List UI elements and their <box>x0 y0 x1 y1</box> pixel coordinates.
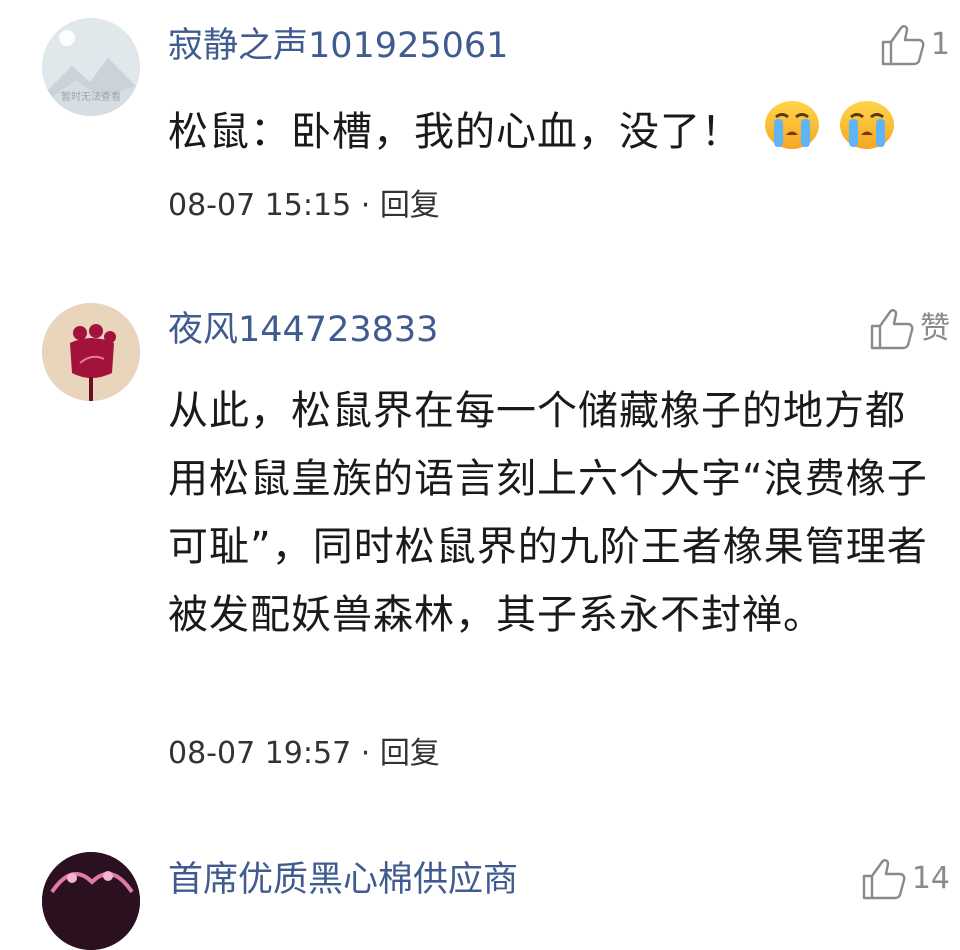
comment-text: 从此，松鼠界在每一个储藏橡子的地方都用松鼠皇族的语言刻上六个大字“浪费橡子可耻”… <box>168 388 928 638</box>
like-count: 1 <box>930 27 950 62</box>
comment-text-row: 松鼠：卧槽，我的心血，没了！ <box>168 95 944 173</box>
comment-username[interactable]: 寂静之声101925061 <box>168 22 508 70</box>
avatar-placeholder-image: 暂时无法查看 <box>42 18 140 116</box>
avatar-image <box>42 852 140 950</box>
crying-emoji-icon <box>837 95 897 173</box>
thumbs-up-icon <box>870 308 916 350</box>
avatar[interactable] <box>42 852 140 950</box>
avatar-caption: 暂时无法查看 <box>61 90 121 103</box>
meta-separator: · <box>360 736 371 771</box>
reply-button[interactable]: 回复 <box>380 736 440 771</box>
thumbs-up-icon <box>862 858 908 900</box>
comment-timestamp: 08-07 19:57 <box>168 736 352 771</box>
comment-username[interactable]: 首席优质黑心棉供应商 <box>168 856 518 904</box>
like-button[interactable]: 14 <box>862 858 950 900</box>
rose-avatar-image <box>42 303 140 401</box>
avatar[interactable]: 暂时无法查看 <box>42 18 140 116</box>
reply-button[interactable]: 回复 <box>380 188 440 223</box>
like-count: 14 <box>911 861 950 896</box>
like-label: 赞 <box>920 311 950 346</box>
thumbs-up-icon <box>881 24 927 66</box>
meta-separator: · <box>360 188 371 223</box>
like-button[interactable]: 1 <box>881 24 950 66</box>
avatar[interactable] <box>42 303 140 401</box>
like-button[interactable]: 赞 <box>870 308 950 350</box>
comment-username[interactable]: 夜风144723833 <box>168 306 438 354</box>
comment-meta: 08-07 15:15 · 回复 <box>168 186 440 226</box>
crying-emoji-icon <box>762 95 822 173</box>
comment-meta: 08-07 19:57 · 回复 <box>168 734 440 774</box>
comment-text: 松鼠：卧槽，我的心血，没了！ <box>168 109 742 155</box>
comment-timestamp: 08-07 15:15 <box>168 188 352 223</box>
